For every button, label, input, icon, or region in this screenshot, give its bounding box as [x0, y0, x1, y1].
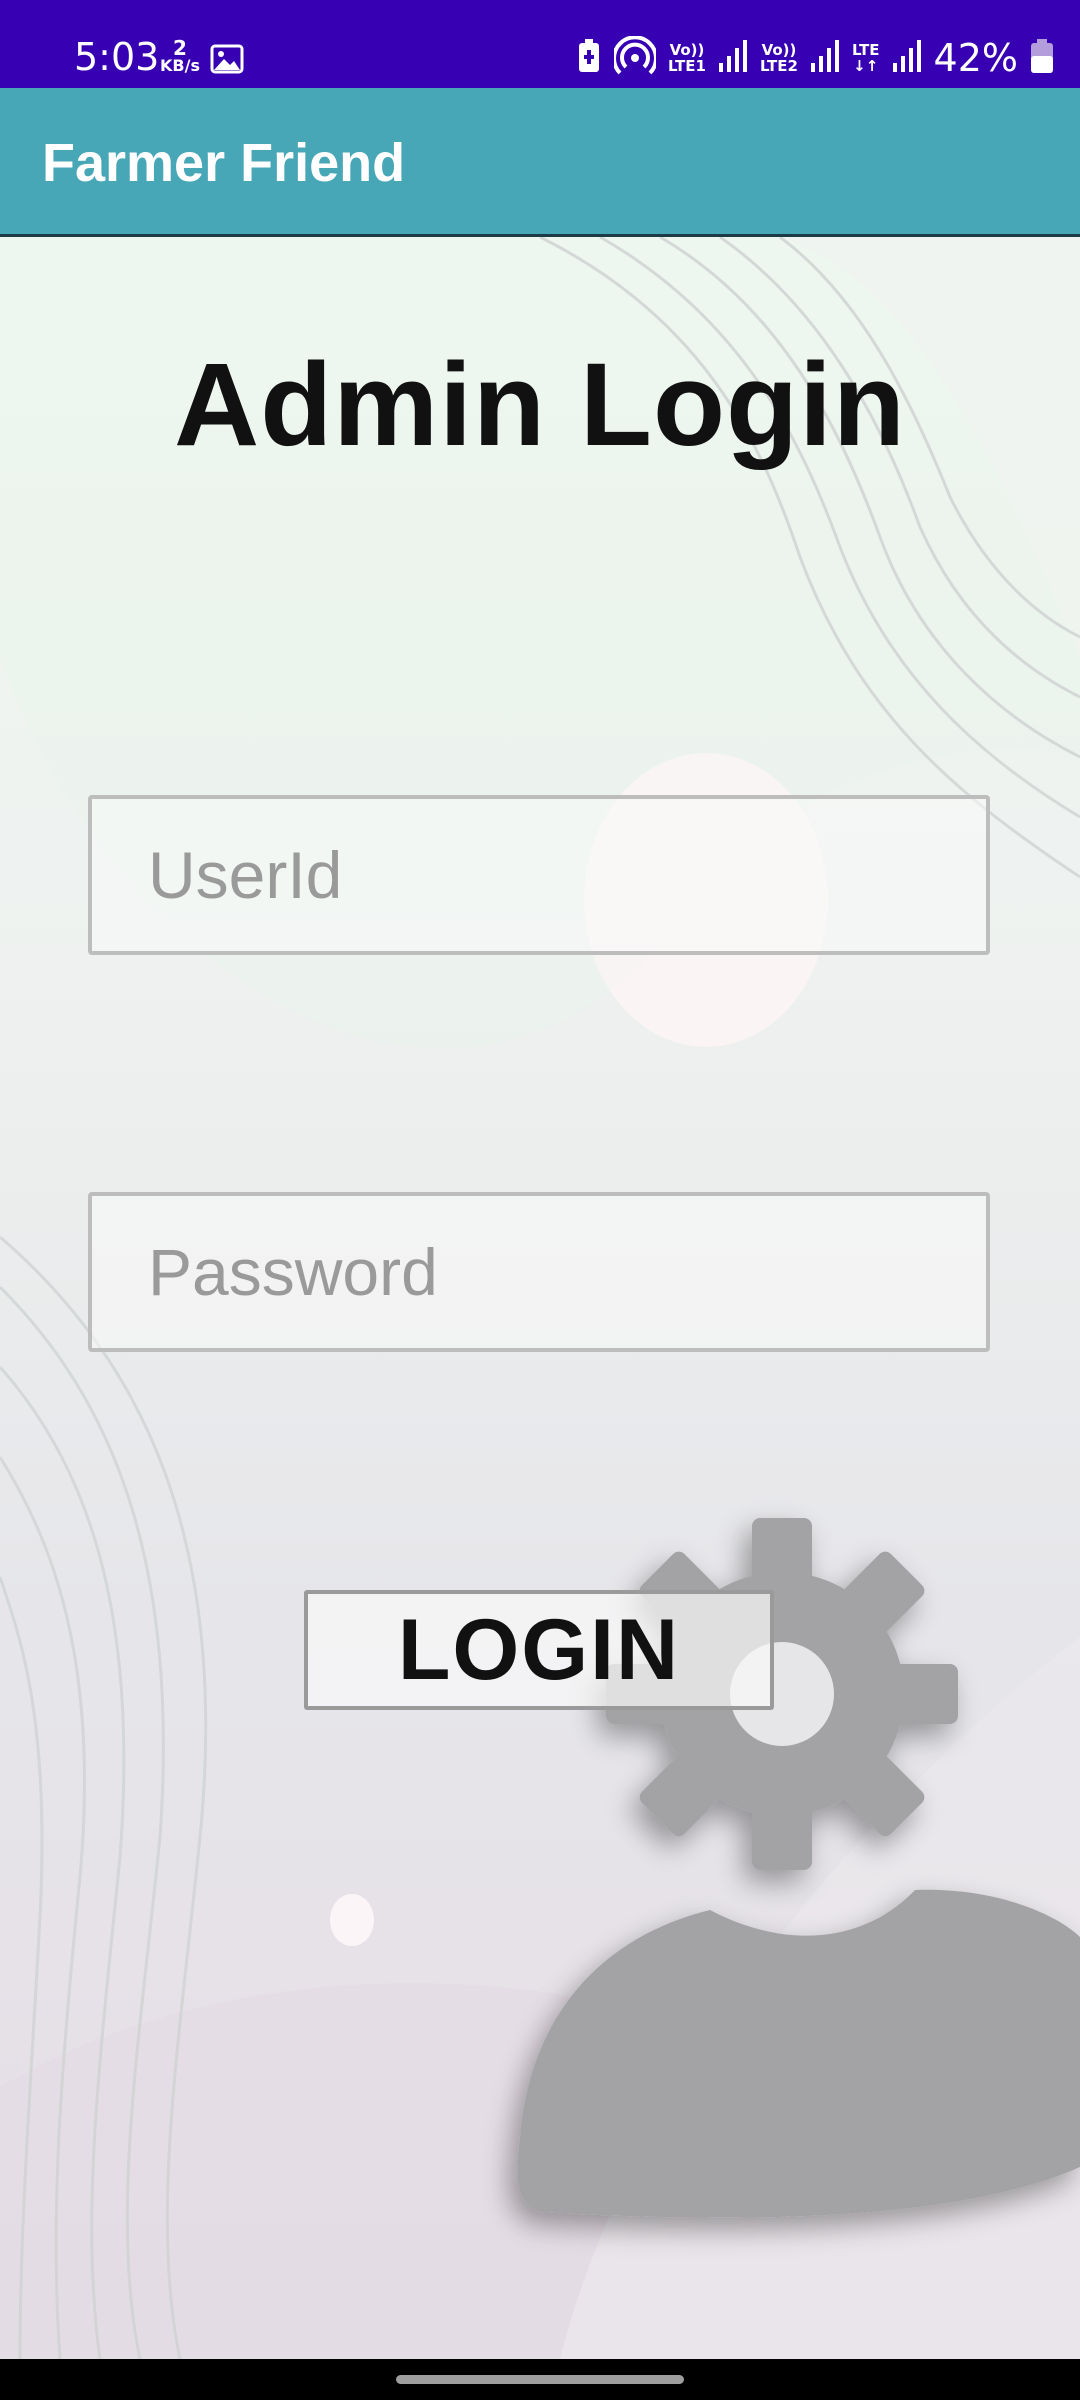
status-time: 5:03 [74, 35, 160, 79]
app-bar: Farmer Friend [0, 88, 1080, 237]
page-title: Admin Login [174, 339, 906, 471]
sim1-label: Vo)) LTE1 [667, 41, 706, 75]
login-button[interactable]: LOGIN [304, 1590, 774, 1710]
battery-percent: 42% [933, 36, 1018, 80]
data-type-label: LTE ↓↑ [851, 41, 880, 75]
battery-saver-icon [576, 38, 602, 78]
signal-icon [892, 39, 922, 77]
signal-icon [810, 39, 840, 77]
home-gesture-handle[interactable] [396, 2375, 684, 2384]
password-input[interactable] [88, 1192, 990, 1352]
gallery-icon [210, 44, 244, 78]
status-icons: Vo)) LTE1 Vo)) LTE2 LTE ↓↑ 42% [576, 35, 1054, 80]
admin-avatar-icon [517, 1889, 1080, 2218]
battery-icon [1030, 38, 1054, 78]
navigation-bar [0, 2359, 1080, 2400]
network-speed-value: 2 [173, 36, 187, 60]
network-speed-unit: KB/s [160, 56, 200, 75]
hotspot-icon [611, 35, 658, 80]
signal-icon [718, 39, 748, 77]
userid-input[interactable] [88, 795, 990, 955]
network-speed: 2 KB/s [160, 36, 200, 75]
sim2-label: Vo)) LTE2 [759, 41, 798, 75]
status-bar: 5:03 2 KB/s Vo)) LTE1 Vo)) LTE2 LTE ↓↑ 4… [0, 0, 1080, 88]
app-title: Farmer Friend [42, 133, 406, 193]
login-screen: Admin Login LOGIN [0, 237, 1080, 2359]
